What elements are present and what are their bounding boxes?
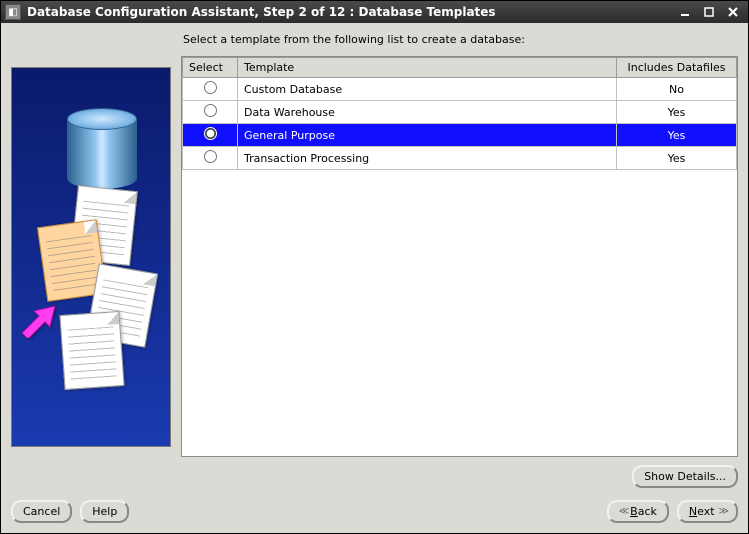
- includes-datafiles-cell: Yes: [617, 101, 737, 124]
- wizard-illustration: [11, 67, 171, 447]
- chevron-right-icon: ≫: [719, 506, 726, 517]
- table-row[interactable]: Data WarehouseYes: [183, 101, 737, 124]
- table-row[interactable]: Transaction ProcessingYes: [183, 147, 737, 170]
- select-cell[interactable]: [183, 124, 238, 147]
- close-button[interactable]: [722, 4, 744, 20]
- template-name-cell: General Purpose: [238, 124, 617, 147]
- column-header-select: Select: [183, 58, 238, 78]
- includes-datafiles-cell: Yes: [617, 124, 737, 147]
- chevron-left-icon: ≪: [619, 506, 626, 517]
- main-area: Select a template from the following lis…: [11, 31, 738, 488]
- help-button[interactable]: Help: [80, 500, 129, 523]
- titlebar[interactable]: ◧ Database Configuration Assistant, Step…: [1, 1, 748, 23]
- template-table: Select Template Includes Datafiles Custo…: [182, 57, 737, 170]
- document-icon: [59, 311, 124, 390]
- show-details-button[interactable]: Show Details...: [632, 465, 738, 488]
- client-area: Select a template from the following lis…: [1, 23, 748, 533]
- template-radio[interactable]: [204, 127, 217, 140]
- back-button[interactable]: ≪ Back: [607, 500, 669, 523]
- includes-datafiles-cell: Yes: [617, 147, 737, 170]
- column-header-includes: Includes Datafiles: [617, 58, 737, 78]
- instruction-text: Select a template from the following lis…: [183, 33, 738, 46]
- select-cell[interactable]: [183, 78, 238, 101]
- table-row[interactable]: General PurposeYes: [183, 124, 737, 147]
- app-icon: ◧: [5, 4, 21, 20]
- template-name-cell: Data Warehouse: [238, 101, 617, 124]
- content-pane: Select a template from the following lis…: [181, 31, 738, 488]
- arrow-icon: [17, 298, 57, 338]
- template-name-cell: Transaction Processing: [238, 147, 617, 170]
- select-cell[interactable]: [183, 147, 238, 170]
- template-radio[interactable]: [204, 81, 217, 94]
- column-header-template: Template: [238, 58, 617, 78]
- table-row[interactable]: Custom DatabaseNo: [183, 78, 737, 101]
- wizard-button-bar: Cancel Help ≪ Back Next ≫: [11, 500, 738, 523]
- cancel-button[interactable]: Cancel: [11, 500, 72, 523]
- next-button[interactable]: Next ≫: [677, 500, 738, 523]
- select-cell[interactable]: [183, 101, 238, 124]
- includes-datafiles-cell: No: [617, 78, 737, 101]
- minimize-button[interactable]: [674, 4, 696, 20]
- window-title: Database Configuration Assistant, Step 2…: [27, 5, 672, 19]
- window: ◧ Database Configuration Assistant, Step…: [0, 0, 749, 534]
- template-name-cell: Custom Database: [238, 78, 617, 101]
- template-radio[interactable]: [204, 104, 217, 117]
- maximize-button[interactable]: [698, 4, 720, 20]
- template-radio[interactable]: [204, 150, 217, 163]
- template-table-container: Select Template Includes Datafiles Custo…: [181, 56, 738, 457]
